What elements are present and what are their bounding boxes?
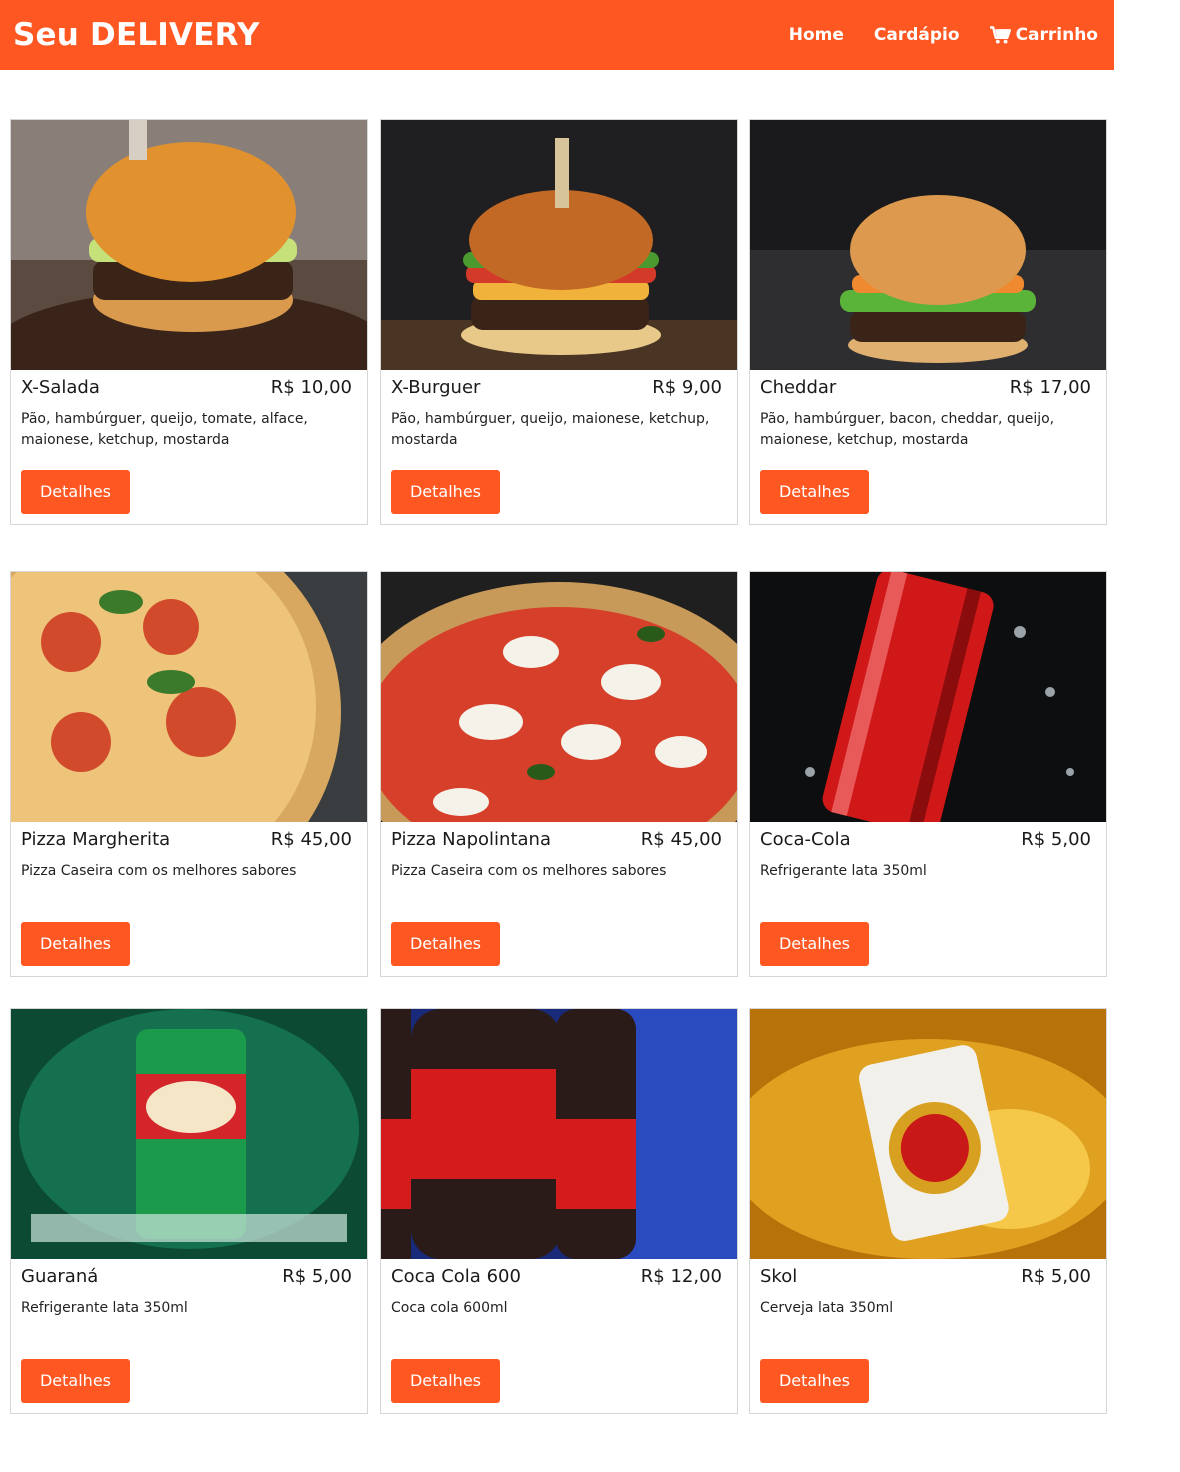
product-card: Guaraná R$ 5,00 Refrigerante lata 350ml … [10,1008,368,1414]
product-price: R$ 5,00 [1021,829,1091,850]
product-price: R$ 5,00 [1021,1266,1091,1287]
details-button[interactable]: Detalhes [391,470,500,514]
product-name: Cheddar [760,377,837,398]
burger-photo [381,120,737,370]
burger-photo [750,120,1106,370]
product-card: Pizza Margherita R$ 45,00 Pizza Caseira … [10,571,368,977]
details-button[interactable]: Detalhes [391,1359,500,1403]
product-description: Pão, hambúrguer, queijo, maionese, ketch… [391,411,710,448]
pizza-photo [11,572,367,822]
details-button[interactable]: Detalhes [21,922,130,966]
product-card: Cheddar R$ 17,00 Pão, hambúrguer, bacon,… [749,119,1107,525]
product-card: Coca-Cola R$ 5,00 Refrigerante lata 350m… [749,571,1107,977]
product-name: Skol [760,1266,798,1287]
details-button[interactable]: Detalhes [760,922,869,966]
product-name: Guaraná [21,1266,99,1287]
product-name: X-Burguer [391,377,481,398]
product-description: Pizza Caseira com os melhores sabores [21,863,297,879]
can-photo [750,1009,1106,1259]
product-grid: X-Salada R$ 10,00 Pão, hambúrguer, queij… [0,0,1180,1472]
product-price: R$ 9,00 [652,377,722,398]
pizza-photo [381,572,737,822]
product-description: Pizza Caseira com os melhores sabores [391,863,667,879]
product-price: R$ 5,00 [282,1266,352,1287]
product-name: Coca-Cola [760,829,851,850]
details-button[interactable]: Detalhes [21,1359,130,1403]
product-description: Coca cola 600ml [391,1300,508,1316]
product-description: Cerveja lata 350ml [760,1300,894,1316]
product-name: Coca Cola 600 [391,1266,521,1287]
product-card: Pizza Napolintana R$ 45,00 Pizza Caseira… [380,571,738,977]
product-description: Refrigerante lata 350ml [760,863,927,879]
product-name: Pizza Margherita [21,829,171,850]
product-price: R$ 45,00 [640,829,722,850]
product-price: R$ 45,00 [270,829,352,850]
details-button[interactable]: Detalhes [391,922,500,966]
product-description: Pão, hambúrguer, bacon, cheddar, queijo,… [760,411,1055,448]
product-name: Pizza Napolintana [391,829,551,850]
product-card: X-Salada R$ 10,00 Pão, hambúrguer, queij… [10,119,368,525]
product-price: R$ 10,00 [270,377,352,398]
product-card: Coca Cola 600 R$ 12,00 Coca cola 600ml D… [380,1008,738,1414]
details-button[interactable]: Detalhes [760,1359,869,1403]
product-name: X-Salada [21,377,100,398]
burger-photo [11,120,367,370]
product-description: Pão, hambúrguer, queijo, tomate, alface,… [21,411,308,448]
can-photo [11,1009,367,1259]
details-button[interactable]: Detalhes [760,470,869,514]
product-price: R$ 12,00 [640,1266,722,1287]
bottle-photo [381,1009,737,1259]
product-card: Skol R$ 5,00 Cerveja lata 350ml Detalhes [749,1008,1107,1414]
product-description: Refrigerante lata 350ml [21,1300,188,1316]
details-button[interactable]: Detalhes [21,470,130,514]
product-price: R$ 17,00 [1009,377,1091,398]
can-photo [750,572,1106,822]
product-card: X-Burguer R$ 9,00 Pão, hambúrguer, queij… [380,119,738,525]
